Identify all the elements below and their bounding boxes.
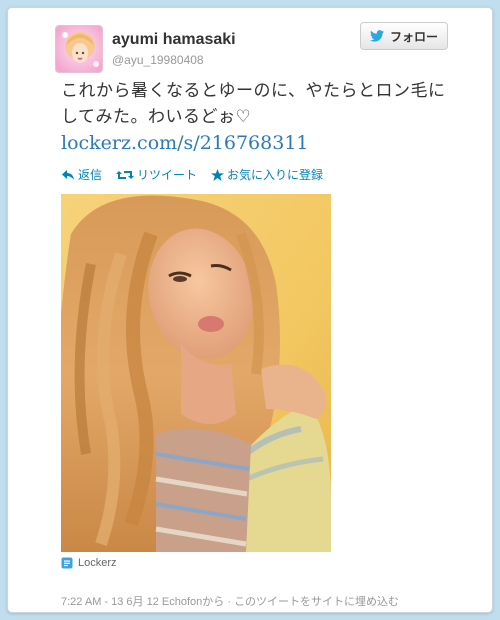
tweet-text: これから暑くなるとゆーのに、やたらとロン毛にしてみた。わいるどぉ♡	[61, 81, 446, 127]
tweet-meta: 7:22 AM - 13 6月 12 Echofonから · このツイートをサイ…	[61, 593, 399, 609]
follow-button[interactable]: フォロー	[360, 22, 448, 50]
photo-image	[61, 194, 331, 552]
embed-tweet-link[interactable]: このツイートをサイトに埋め込む	[234, 596, 399, 608]
retweet-label: リツイート	[137, 168, 198, 182]
reply-button[interactable]: 返信	[61, 166, 102, 183]
follow-button-label: フォロー	[389, 29, 438, 44]
tweet-link[interactable]: lockerz.com/s/216768311	[61, 132, 309, 154]
avatar-image	[56, 26, 102, 72]
lockerz-icon	[61, 557, 73, 569]
meta-separator: ·	[224, 596, 235, 608]
tweet-via[interactable]: Echofonから	[162, 596, 224, 608]
reply-icon	[62, 169, 74, 180]
tweet-card: ayumi hamasaki @ayu_19980408 フォロー これから暑く…	[7, 7, 493, 613]
user-name[interactable]: ayumi hamasaki	[112, 31, 236, 49]
tweet-timestamp[interactable]: 7:22 AM - 13 6月 12	[61, 596, 159, 608]
reply-label: 返信	[78, 168, 103, 182]
tweet-photo[interactable]	[61, 194, 331, 552]
retweet-icon	[116, 170, 135, 179]
favorite-button[interactable]: お気に入りに登録	[211, 166, 323, 183]
favorite-label: お気に入りに登録	[227, 168, 324, 182]
media-source[interactable]: Lockerz	[61, 557, 117, 569]
star-icon	[211, 168, 225, 181]
media-source-label: Lockerz	[78, 557, 117, 569]
avatar[interactable]	[55, 25, 103, 73]
tweet-actions: 返信 リツイート お気に入りに登録	[61, 166, 337, 183]
user-handle[interactable]: @ayu_19980408	[112, 53, 204, 67]
tweet-via-label: Echofonから	[161, 596, 225, 608]
twitter-bird-icon	[369, 30, 384, 42]
retweet-button[interactable]: リツイート	[116, 166, 197, 183]
